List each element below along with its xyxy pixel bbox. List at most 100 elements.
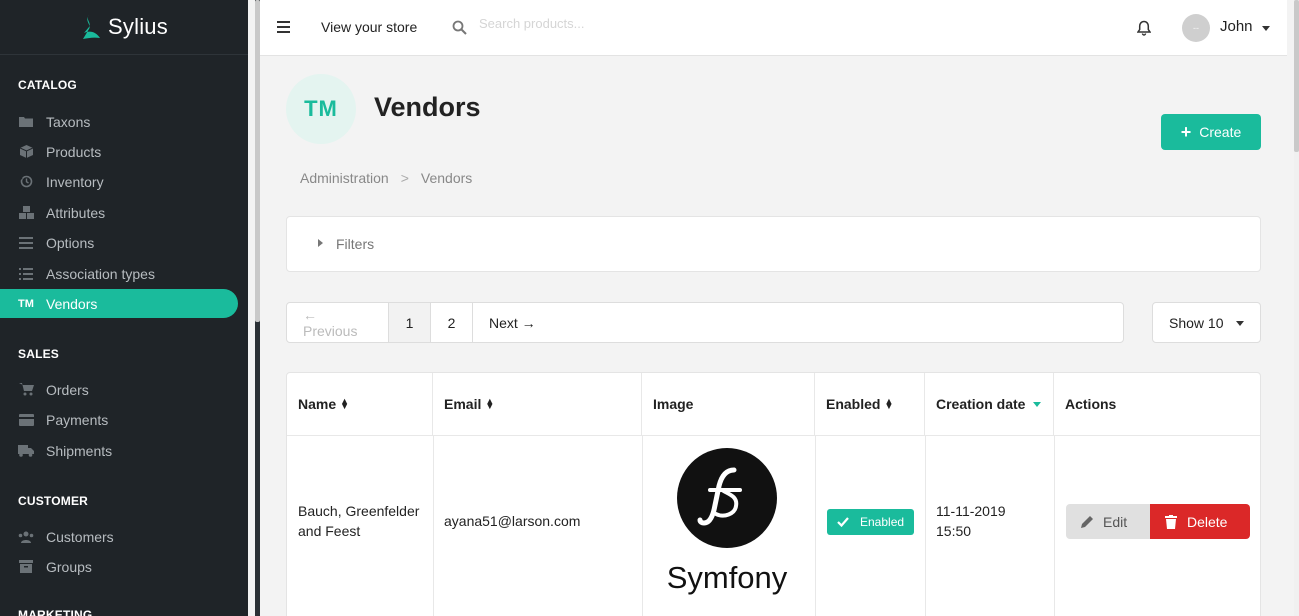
user-name[interactable]: John [1220, 18, 1253, 35]
sylius-logo-icon [83, 15, 101, 39]
creation-date-day: 11-11-2019 [936, 503, 1006, 519]
sort-icon: ▲ ▼ [485, 396, 495, 411]
users-icon [18, 530, 34, 544]
sylius-logo[interactable]: Sylius [0, 0, 248, 55]
folder-icon [18, 115, 34, 129]
sidebar-item-attributes[interactable]: Attributes [0, 198, 238, 227]
sidebar-item-customers[interactable]: Customers [0, 522, 238, 551]
sidebar-item-orders[interactable]: Orders [0, 375, 238, 404]
header-trademark-icon: TM [286, 74, 356, 144]
creation-date-time: 15:50 [936, 523, 972, 539]
search-icon [452, 20, 467, 35]
column-divider [1054, 435, 1055, 616]
search-input[interactable] [479, 16, 779, 31]
column-divider [642, 435, 643, 616]
delete-button[interactable]: Delete [1150, 504, 1250, 539]
cart-icon [18, 383, 34, 397]
show-per-page-select[interactable]: Show 10 [1152, 302, 1261, 343]
pagination: ← Previous 1 2 Next → [286, 302, 1124, 343]
page-scrollbar-thumb[interactable] [1294, 0, 1299, 152]
breadcrumb-separator-icon: > [400, 170, 409, 186]
pencil-icon [1081, 515, 1093, 528]
column-header-label: Image [653, 396, 694, 412]
section-title-catalog: CATALOG [18, 78, 77, 92]
column-header-actions: Actions [1054, 373, 1260, 435]
vendor-name-line: and Feest [298, 523, 361, 539]
section-title-customer: CUSTOMER [18, 494, 89, 508]
sidebar-scrollbar[interactable] [255, 0, 260, 616]
pagination-page-1[interactable]: 1 [389, 303, 431, 342]
column-header-enabled[interactable]: Enabled ▲ ▼ [815, 373, 925, 435]
view-store-link[interactable]: View your store [321, 19, 417, 35]
column-header-label: Name [298, 396, 337, 412]
trash-icon [1165, 514, 1177, 529]
sidebar: Sylius CATALOG Taxons Products Inventory… [0, 0, 248, 616]
sidebar-item-taxons[interactable]: Taxons [0, 107, 238, 136]
pagination-page-2[interactable]: 2 [431, 303, 473, 342]
history-icon [18, 175, 34, 189]
sidebar-item-payments[interactable]: Payments [0, 405, 238, 434]
show-per-page-value: Show 10 [1169, 314, 1224, 331]
vendor-email: ayana51@larson.com [444, 513, 581, 529]
caret-right-icon [318, 239, 323, 247]
sidebar-item-label: Options [46, 234, 95, 251]
column-header-label: Email [444, 396, 482, 412]
check-icon [837, 517, 849, 527]
sidebar-item-label: Association types [46, 265, 155, 282]
create-button[interactable]: + Create [1161, 114, 1261, 150]
sidebar-item-products[interactable]: Products [0, 137, 238, 166]
plus-icon: + [1180, 122, 1192, 142]
pagination-next[interactable]: Next → [473, 303, 552, 342]
vendors-table: Name ▲ ▼ Email ▲ ▼ Image Enabled ▲ ▼ Creati… [286, 372, 1261, 616]
sidebar-item-label: Inventory [46, 173, 104, 190]
cubes-icon [18, 206, 34, 220]
sidebar-item-shipments[interactable]: Shipments [0, 436, 238, 465]
status-badge: Enabled [827, 509, 914, 535]
list-icon [18, 267, 34, 281]
sidebar-item-label: Groups [46, 558, 92, 575]
column-header-name[interactable]: Name ▲ ▼ [287, 373, 433, 435]
column-header-creation-date[interactable]: Creation date [925, 373, 1054, 435]
sidebar-item-label: Vendors [46, 295, 98, 312]
breadcrumb: Administration > Vendors [300, 170, 472, 186]
status-badge-label: Enabled [860, 515, 905, 529]
breadcrumb-administration[interactable]: Administration [300, 170, 389, 186]
topbar: View your store -- John [260, 0, 1287, 56]
column-header-email[interactable]: Email ▲ ▼ [433, 373, 642, 435]
edit-button[interactable]: Edit [1066, 504, 1150, 539]
symfony-logo: Symfony [667, 448, 788, 595]
bell-icon[interactable] [1137, 20, 1151, 36]
sidebar-item-vendors[interactable]: TM Vendors [0, 289, 238, 318]
chevron-down-icon[interactable] [1262, 26, 1270, 31]
avatar[interactable]: -- [1182, 14, 1210, 42]
column-divider [925, 435, 926, 616]
sidebar-item-association-types[interactable]: Association types [0, 259, 238, 288]
options-icon [18, 236, 34, 250]
filters-label[interactable]: Filters [336, 236, 374, 252]
section-title-marketing: MARKETING [18, 608, 93, 616]
brand-name: Sylius [108, 14, 168, 39]
sidebar-item-label: Payments [46, 411, 109, 428]
column-divider [815, 435, 816, 616]
sidebar-item-groups[interactable]: Groups [0, 552, 238, 581]
pagination-previous: ← Previous [287, 303, 389, 342]
sidebar-item-label: Orders [46, 381, 89, 398]
vendor-name-line: Bauch, Greenfelder [298, 503, 420, 519]
sidebar-item-label: Customers [46, 528, 114, 545]
sort-icon: ▲ ▼ [340, 396, 350, 411]
column-header-image: Image [642, 373, 815, 435]
sidebar-item-options[interactable]: Options [0, 228, 238, 257]
sidebar-item-label: Shipments [46, 442, 113, 459]
trademark-icon: TM [18, 297, 34, 310]
sort-descending-icon [1033, 401, 1042, 407]
menu-toggle-icon[interactable] [277, 21, 290, 33]
sidebar-item-label: Taxons [46, 113, 91, 130]
sidebar-item-inventory[interactable]: Inventory [0, 167, 238, 196]
page-scrollbar[interactable] [1294, 0, 1299, 616]
section-title-sales: SALES [18, 347, 60, 361]
column-header-label: Creation date [936, 396, 1026, 412]
filters-panel[interactable]: Filters [286, 216, 1261, 272]
delete-button-label: Delete [1187, 513, 1228, 530]
archive-icon [18, 560, 34, 574]
payment-icon [18, 413, 34, 427]
